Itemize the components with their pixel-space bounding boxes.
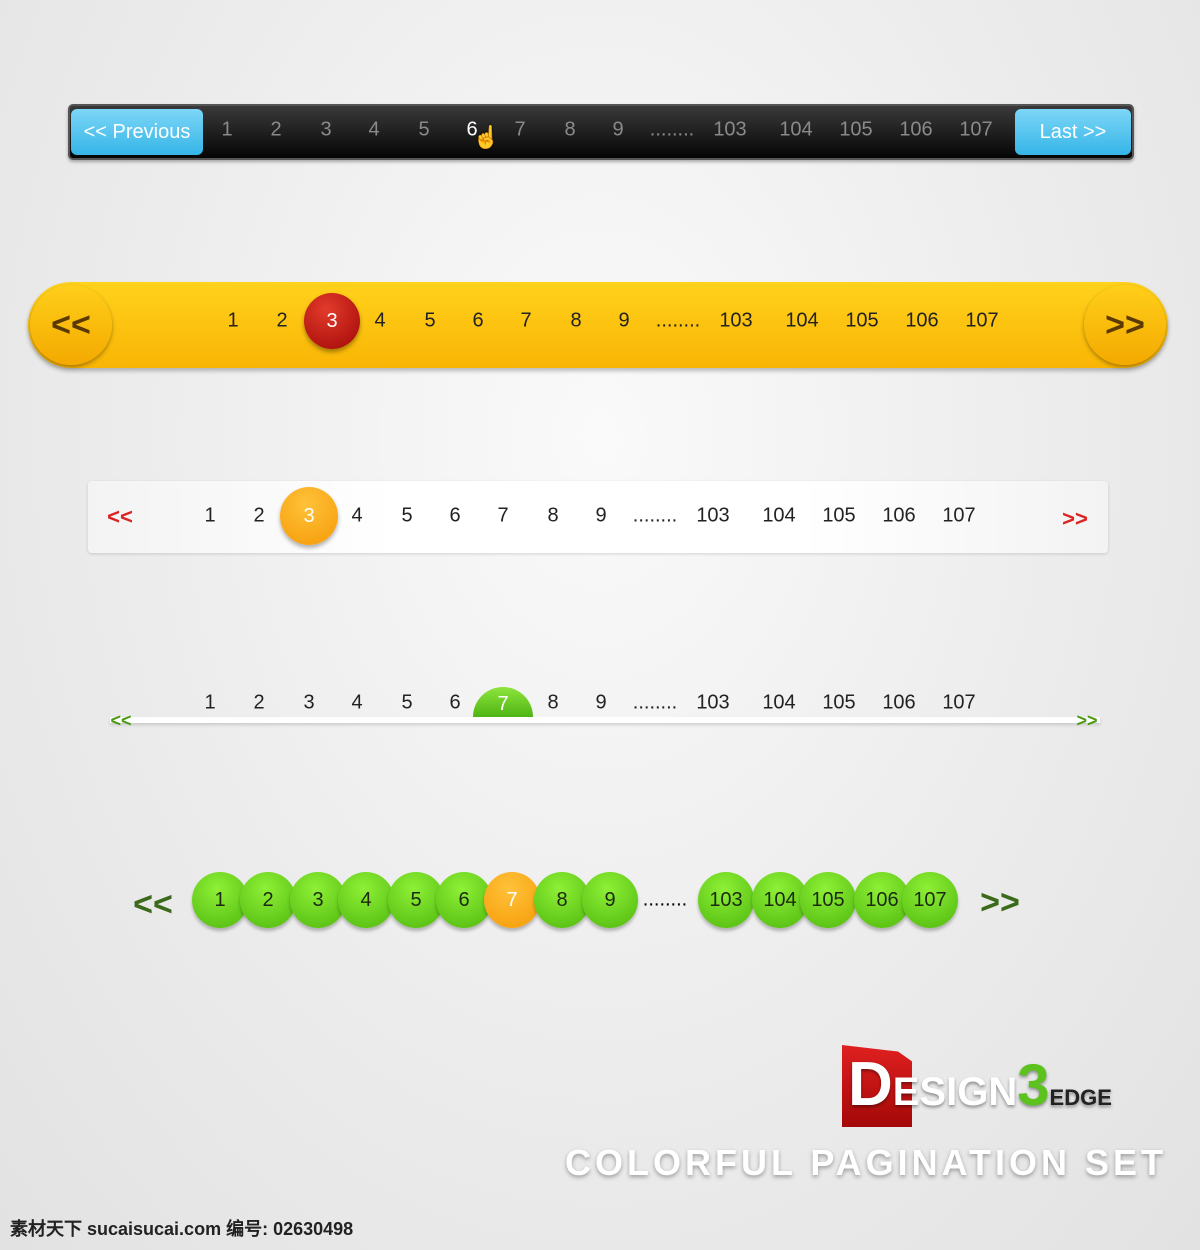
prev-button[interactable]: << [107,504,133,530]
page-link[interactable]: 6 ☝ [466,119,499,150]
page-link[interactable]: 2 [253,692,264,715]
page-link[interactable]: 105 [800,872,856,928]
page-link[interactable]: 1 [221,119,232,142]
yellow-pagination: << >> 1 2 3 4 5 6 7 8 9........ 103 104 105 106 107 [28,282,1168,368]
page-link[interactable]: 4 [351,692,362,715]
page-link[interactable]: 105 [822,505,855,528]
prev-button[interactable]: << [30,285,112,365]
page-link[interactable]: 4 [351,505,362,528]
page-link[interactable]: 8 [570,310,581,333]
page-link[interactable]: 9 [595,505,606,528]
page-link[interactable]: 5 [401,692,412,715]
next-button[interactable]: >> [1062,506,1088,532]
page-link[interactable]: 1 [204,692,215,715]
page-link[interactable]: 106 [882,692,915,715]
next-button[interactable]: >> [980,884,1020,923]
page-link[interactable]: 4 [374,310,385,333]
page-link[interactable]: 9 [582,872,638,928]
page-link[interactable]: 103 [719,310,752,333]
page-link[interactable]: 1 [204,505,215,528]
page-ellipsis: ........ [655,309,701,332]
page-link[interactable]: 8 [547,692,558,715]
page-ellipsis: ........ [649,118,695,141]
page-link[interactable]: 2 [276,310,287,333]
page-link[interactable]: 2 [240,872,296,928]
last-button[interactable]: Last >> [1015,109,1131,155]
page-link[interactable]: 1 [227,310,238,333]
page-link[interactable]: 3 [303,692,314,715]
page-ellipsis: ........ [642,888,688,911]
page-link[interactable]: 8 [564,119,575,142]
page-link[interactable]: 6 [449,505,460,528]
page-link[interactable]: 104 [779,119,812,142]
page-link[interactable]: 104 [785,310,818,333]
page-link[interactable]: 8 [547,505,558,528]
tagline: COLORFUL PAGINATION SET [565,1142,1167,1183]
dark-pagination: << Previous Last >> 1 2 3 4 5 6 ☝ 7 8 9........ 10… [68,104,1134,160]
next-button[interactable]: >> [1076,711,1097,732]
page-link[interactable]: 103 [698,872,754,928]
page-link[interactable]: 106 [899,119,932,142]
hand-pointer-icon: ☝ [472,124,500,150]
page-link[interactable]: 107 [965,310,998,333]
current-page[interactable]: 3 [280,487,338,545]
current-page[interactable]: 3 [304,293,360,349]
previous-button[interactable]: << Previous [71,109,203,155]
page-link[interactable]: 103 [713,119,746,142]
page-link[interactable]: 5 [401,505,412,528]
page-link[interactable]: 5 [424,310,435,333]
page-link[interactable]: 107 [942,505,975,528]
next-button[interactable]: >> [1084,285,1166,365]
page-link[interactable]: 7 [514,119,525,142]
page-link[interactable]: 103 [696,505,729,528]
white-pagination: << >> 1 2 3 4 5 6 7 8 9........ 103 104 105 106 107 [88,481,1108,553]
page-link[interactable]: 6 [472,310,483,333]
page-link[interactable]: 2 [270,119,281,142]
prev-button[interactable]: << [110,711,131,732]
page-link[interactable]: 105 [845,310,878,333]
current-page[interactable]: 7 [473,687,533,717]
page-link[interactable]: 3 [320,119,331,142]
page-link[interactable]: 104 [762,692,795,715]
page-link[interactable]: 107 [902,872,958,928]
page-link[interactable]: 7 [520,310,531,333]
page-link[interactable]: 2 [253,505,264,528]
page-link[interactable]: 9 [618,310,629,333]
page-link[interactable]: 107 [959,119,992,142]
page-link[interactable]: 5 [418,119,429,142]
page-link[interactable]: 106 [905,310,938,333]
page-link[interactable]: 104 [762,505,795,528]
page-link[interactable]: 4 [338,872,394,928]
page-link[interactable]: 105 [839,119,872,142]
page-ellipsis: ........ [632,504,678,527]
page-link[interactable]: 107 [942,692,975,715]
page-link[interactable]: 6 [449,692,460,715]
page-link[interactable]: 103 [696,692,729,715]
watermark: 素材天下 sucaisucai.com 编号: 02630498 [10,1219,354,1239]
page-link[interactable]: 9 [595,692,606,715]
track-line [110,717,1100,723]
page-link[interactable]: 7 [497,505,508,528]
page-link[interactable]: 106 [882,505,915,528]
page-ellipsis: ........ [632,691,678,714]
prev-button[interactable]: << [133,886,173,925]
page-link[interactable]: 105 [822,692,855,715]
current-page[interactable]: 7 [484,872,540,928]
page-link[interactable]: 4 [368,119,379,142]
page-link[interactable]: 9 [612,119,623,142]
